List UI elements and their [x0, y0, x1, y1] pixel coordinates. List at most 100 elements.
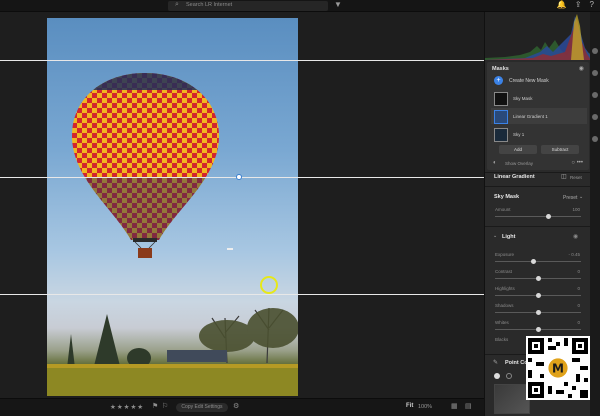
- slider-label-exposure: Exposure: [495, 252, 515, 257]
- flag-icon[interactable]: ⚑: [152, 402, 158, 410]
- exposure-slider[interactable]: [495, 259, 581, 264]
- mask-item-sky-mask[interactable]: Sky Mask: [491, 90, 587, 106]
- light-section-title[interactable]: Light: [502, 234, 515, 240]
- create-new-mask-button[interactable]: Create New Mask: [509, 78, 549, 84]
- mask-item-label: Sky Mask: [513, 96, 533, 101]
- slider-value-exposure[interactable]: - 0.45: [568, 252, 580, 257]
- gradient-thumbnail: [494, 110, 508, 124]
- overlay-toggle-icon[interactable]: ◐: [493, 160, 497, 166]
- tool-strip: [590, 12, 600, 416]
- rating-stars[interactable]: ★★★★★: [110, 403, 144, 411]
- search-box[interactable]: ⌕ Search LR Internet: [168, 1, 328, 11]
- amount-value[interactable]: 100: [572, 207, 580, 212]
- histogram: [485, 12, 591, 60]
- gradient-pin[interactable]: [236, 174, 242, 180]
- reject-flag-icon[interactable]: ⚐: [162, 402, 168, 410]
- show-overlay-row[interactable]: ◐ Show Overlay ○ •••: [491, 160, 587, 168]
- chevron-down-icon[interactable]: ⌄: [493, 233, 497, 239]
- help-icon[interactable]: ?: [590, 0, 594, 9]
- gradient-line-top[interactable]: [0, 60, 484, 61]
- share-icon[interactable]: ⇪: [575, 0, 582, 9]
- search-icon: ⌕: [175, 1, 179, 8]
- tool-icon[interactable]: [592, 136, 598, 142]
- divider: [485, 226, 591, 227]
- amount-slider[interactable]: [495, 214, 581, 219]
- top-right-icons: 🔔 ⇪ ?: [557, 0, 594, 9]
- slider-label-highlights: Highlights: [495, 286, 515, 291]
- shadows-slider-knob[interactable]: [536, 310, 541, 315]
- compare-view-icon[interactable]: ▤: [465, 402, 472, 410]
- cursor-highlight: [260, 276, 278, 294]
- notification-icon[interactable]: 🔔: [557, 0, 567, 9]
- slider-value-highlights[interactable]: 0: [577, 286, 580, 291]
- slider-label-shadows: Shadows: [495, 303, 514, 308]
- whites-slider[interactable]: [495, 327, 581, 332]
- balloon-envelope: [72, 73, 219, 240]
- reset-button[interactable]: Reset: [570, 175, 582, 180]
- mask-thumbnail: [494, 92, 508, 106]
- chevron-down-icon[interactable]: ⌄: [579, 194, 583, 200]
- tool-icon[interactable]: [592, 48, 598, 54]
- histogram-graph: [485, 14, 591, 60]
- slider-value-contrast[interactable]: 0: [577, 269, 580, 274]
- grid-view-icon[interactable]: ▦: [451, 402, 458, 410]
- color-swatch-icon[interactable]: [494, 373, 500, 379]
- fit-label[interactable]: Fit: [406, 403, 413, 409]
- mask-item-linear-gradient[interactable]: Linear Gradient 1: [491, 108, 587, 124]
- svg-text:M: M: [552, 361, 564, 375]
- masks-title: Masks: [492, 66, 509, 72]
- settings-gear-icon[interactable]: ⚙: [233, 402, 239, 410]
- mask-item-sky[interactable]: Sky 1: [491, 126, 587, 142]
- light-visibility-icon[interactable]: ◉: [573, 233, 578, 240]
- tool-icon[interactable]: [592, 114, 598, 120]
- tool-icon[interactable]: [592, 70, 598, 76]
- slider-value-whites[interactable]: 0: [577, 320, 580, 325]
- add-button[interactable]: Add: [499, 145, 537, 154]
- section-title-linear-gradient: Linear Gradient: [494, 174, 535, 180]
- exposure-slider-knob[interactable]: [531, 259, 536, 264]
- search-input[interactable]: Search LR Internet: [186, 2, 232, 8]
- gradient-line-center[interactable]: [0, 177, 484, 178]
- divider: [485, 172, 591, 173]
- eyedropper-icon[interactable]: ✎: [493, 359, 498, 366]
- amount-slider-knob[interactable]: [546, 214, 551, 219]
- mask-item-label: Linear Gradient 1: [513, 114, 548, 119]
- slider-value-shadows[interactable]: 0: [577, 303, 580, 308]
- point-color-graph[interactable]: [494, 384, 530, 414]
- preset-dropdown[interactable]: Preset: [563, 195, 577, 201]
- tool-icon[interactable]: [592, 92, 598, 98]
- create-mask-plus-icon[interactable]: +: [494, 76, 503, 85]
- slider-label-blacks: Blacks: [495, 337, 509, 342]
- subtract-button[interactable]: Subtract: [541, 145, 579, 154]
- more-options-icon[interactable]: ○ •••: [571, 160, 583, 166]
- balloon-photo[interactable]: [47, 18, 298, 396]
- color-swatch-icon[interactable]: [506, 373, 512, 379]
- qr-code-graphic: M: [528, 338, 588, 398]
- slider-label-whites: Whites: [495, 320, 509, 325]
- mask-name-label: Sky Mask: [494, 194, 520, 200]
- highlights-slider[interactable]: [495, 293, 581, 298]
- show-overlay-label: Show Overlay: [505, 161, 534, 166]
- top-bar: ⌕ Search LR Internet ▼ 🔔 ⇪ ?: [0, 0, 600, 12]
- mask-item-label: Sky 1: [513, 132, 525, 137]
- qr-code-image: M: [526, 336, 590, 400]
- copy-edit-settings-button[interactable]: Copy Edit Settings: [176, 403, 228, 412]
- photo-canvas[interactable]: [0, 12, 484, 398]
- sky-thumbnail: [494, 128, 508, 142]
- eye-icon[interactable]: ◉: [579, 65, 584, 72]
- gradient-line-bottom[interactable]: [0, 294, 484, 295]
- shadows-slider[interactable]: [495, 310, 581, 315]
- slider-label-contrast: Contrast: [495, 269, 513, 274]
- masks-panel: Masks ◉ + Create New Mask Sky Mask Linea…: [487, 62, 589, 170]
- contrast-slider-knob[interactable]: [536, 276, 541, 281]
- amount-label: Amount: [495, 207, 511, 212]
- zoom-level[interactable]: 100%: [418, 404, 432, 410]
- contrast-slider[interactable]: [495, 276, 581, 281]
- bottom-toolbar: ★★★★★ ⚑ ⚐ Copy Edit Settings ⚙ Fit 100% …: [0, 398, 484, 416]
- divider: [485, 186, 591, 187]
- filter-icon[interactable]: ▼: [334, 0, 342, 9]
- reset-icon[interactable]: ◫: [561, 173, 567, 180]
- photo-illustration: [47, 73, 298, 396]
- highlights-slider-knob[interactable]: [536, 293, 541, 298]
- whites-slider-knob[interactable]: [536, 327, 541, 332]
